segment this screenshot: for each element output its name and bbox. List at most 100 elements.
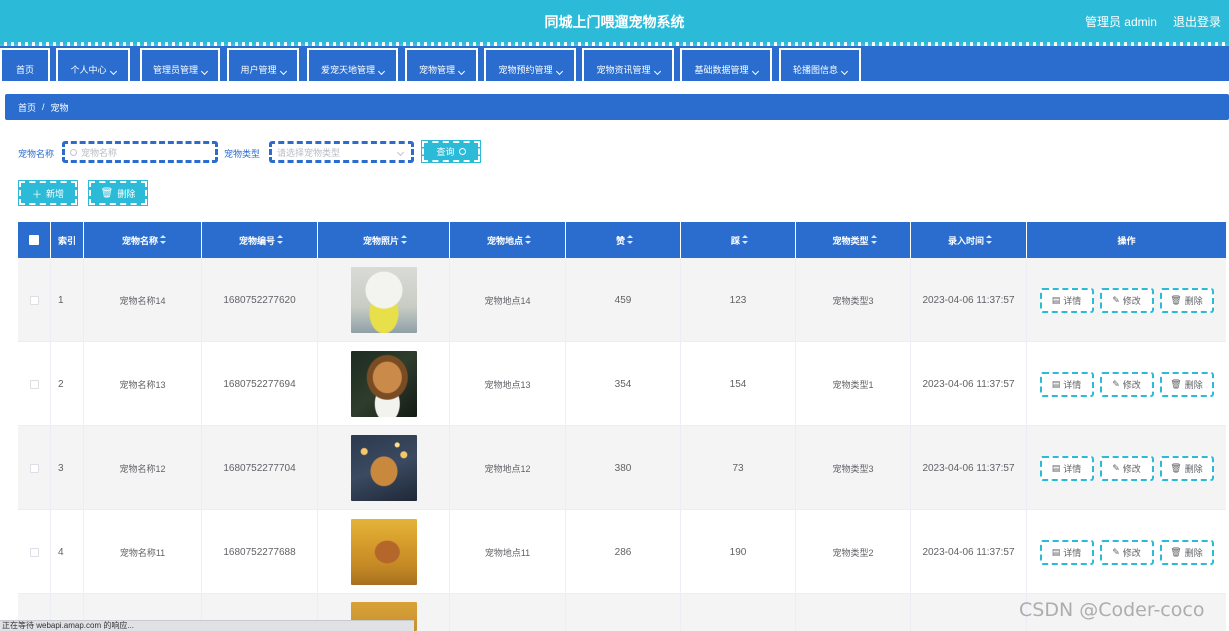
menu-item-base-data-management[interactable]: 基础数据管理 [680,48,772,81]
row-select-cell [18,342,51,426]
main-menu: 首页 个人中心 管理员管理 用户管理 爱宠天地管理 宠物管理 宠物预约管理 宠物… [0,46,1229,81]
add-button[interactable]: ＋ 新增 [18,180,78,206]
delete-label: 删除 [1184,463,1203,474]
edit-button[interactable]: ✎ 修改 [1099,539,1154,565]
detail-label: 详情 [1063,379,1082,390]
trash-icon: 🗑 [1170,378,1182,389]
row-likes: 354 [566,342,681,426]
menu-item-label: 爱宠天地管理 [320,65,375,75]
menu-item-label: 管理员管理 [152,65,198,75]
row-checkbox[interactable] [29,547,39,557]
row-checkbox[interactable] [29,295,39,305]
document-icon: ▤ [1051,294,1061,305]
edit-button[interactable]: ✎ 修改 [1099,371,1154,397]
document-icon: ▤ [1051,378,1061,389]
browser-status-bar: 正在等待 webapi.amap.com 的响应... [0,620,414,631]
row-pet-code: 1680752277704 [202,426,318,510]
pet-type-placeholder: 请选择宠物类型 [277,147,341,158]
chevron-down-icon [377,67,386,76]
detail-button[interactable]: ▤ 详情 [1039,539,1094,565]
menu-item-label: 宠物资讯管理 [596,65,651,75]
breadcrumb-home[interactable]: 首页 [18,101,36,114]
trash-icon: 🗑 [100,187,114,199]
menu-item-label: 轮播图信息 [792,65,838,75]
pet-photo[interactable] [350,267,417,333]
col-pet-name[interactable]: 宠物名称 [84,222,202,258]
row-pet-name: 宠物名称12 [84,426,202,510]
delete-button[interactable]: 🗑 删除 [1159,287,1214,313]
col-dislikes[interactable]: 踩 [681,222,796,258]
edit-button[interactable]: ✎ 修改 [1099,455,1154,481]
chevron-down-icon [109,67,117,76]
menu-item-user-management[interactable]: 用户管理 [227,48,299,81]
edit-label: 修改 [1122,463,1141,474]
menu-item-label: 基础数据管理 [694,65,749,75]
row-dislikes-cell [681,594,796,631]
query-button[interactable]: 查询 [421,140,481,163]
chevron-down-icon [396,148,405,157]
row-select-cell [18,258,51,342]
pet-photo[interactable] [350,351,417,417]
menu-item-pet-booking-management[interactable]: 宠物预约管理 [484,48,576,81]
detail-button[interactable]: ▤ 详情 [1039,287,1094,313]
delete-button[interactable]: 🗑 删除 [1159,539,1214,565]
row-pet-type: 宠物类型3 [796,426,911,510]
menu-item-pet-management[interactable]: 宠物管理 [405,48,478,81]
pet-photo[interactable] [350,519,417,585]
detail-label: 详情 [1063,463,1082,474]
edit-label: 修改 [1122,547,1141,558]
col-pet-type[interactable]: 宠物类型 [796,222,911,258]
row-checkbox[interactable] [29,379,39,389]
row-checkbox[interactable] [29,463,39,473]
col-label: 宠物类型 [832,235,869,246]
pencil-icon: ✎ [1112,294,1120,305]
menu-item-admin-management[interactable]: 管理员管理 [140,48,220,81]
menu-item-home[interactable]: 首页 [0,48,50,81]
table-row: 4 宠物名称11 1680752277688 宠物地点11 286 190 宠物… [18,510,1226,594]
pencil-icon: ✎ [1112,462,1120,473]
app-title: 同城上门喂遛宠物系统 [544,14,685,30]
delete-button[interactable]: 🗑 删除 [1159,371,1214,397]
delete-button[interactable]: 🗑 删除 [1159,455,1214,481]
detail-label: 详情 [1063,547,1082,558]
menu-item-pet-world-management[interactable]: 爱宠天地管理 [307,48,398,81]
batch-delete-button[interactable]: 🗑 删除 [88,180,148,206]
col-pet-photo[interactable]: 宠物照片 [318,222,450,258]
logout-link[interactable]: 退出登录 [1173,13,1221,30]
pet-type-select[interactable]: 请选择宠物类型 [269,141,414,163]
row-dislikes: 123 [681,258,796,342]
row-location-cell [450,594,566,631]
edit-label: 修改 [1122,379,1141,390]
row-index: 2 [51,342,84,426]
row-pet-code: 1680752277688 [202,510,318,594]
trash-icon: 🗑 [1170,294,1182,305]
col-likes[interactable]: 赞 [566,222,681,258]
pet-name-input[interactable]: 宠物名称 [62,141,218,163]
delete-button-label: 删除 [117,188,136,199]
row-operations: ▤ 详情 ✎ 修改 🗑 删除 [1027,342,1226,426]
row-index: 4 [51,510,84,594]
detail-button[interactable]: ▤ 详情 [1039,371,1094,397]
col-pet-location[interactable]: 宠物地点 [450,222,566,258]
col-entry-time[interactable]: 录入时间 [911,222,1027,258]
row-pet-type: 宠物类型1 [796,342,911,426]
menu-item-personal-center[interactable]: 个人中心 [56,48,130,81]
menu-item-carousel-info[interactable]: 轮播图信息 [779,48,861,81]
pet-photo[interactable] [350,435,417,501]
edit-button[interactable]: ✎ 修改 [1099,287,1154,313]
select-all-cell[interactable] [18,222,51,258]
row-pet-location: 宠物地点14 [450,258,566,342]
menu-item-label: 宠物预约管理 [498,65,553,75]
menu-item-pet-news-management[interactable]: 宠物资讯管理 [582,48,674,81]
row-operations: ▤ 详情 ✎ 修改 🗑 删除 [1027,258,1226,342]
col-pet-code[interactable]: 宠物编号 [202,222,318,258]
col-label: 宠物编号 [238,235,275,246]
select-all-checkbox[interactable] [29,235,39,245]
table-header: 索引 宠物名称 宠物编号 宠物照片 宠物地点 赞 踩 宠物类型 录入时间 操作 [18,222,1226,258]
detail-button[interactable]: ▤ 详情 [1039,455,1094,481]
table-row: 1 宠物名称14 1680752277620 宠物地点14 459 123 宠物… [18,258,1226,342]
row-photo-cell [318,510,450,594]
breadcrumb-separator: / [42,102,45,112]
breadcrumb: 首页 / 宠物 [5,94,1229,120]
row-photo-cell [318,342,450,426]
